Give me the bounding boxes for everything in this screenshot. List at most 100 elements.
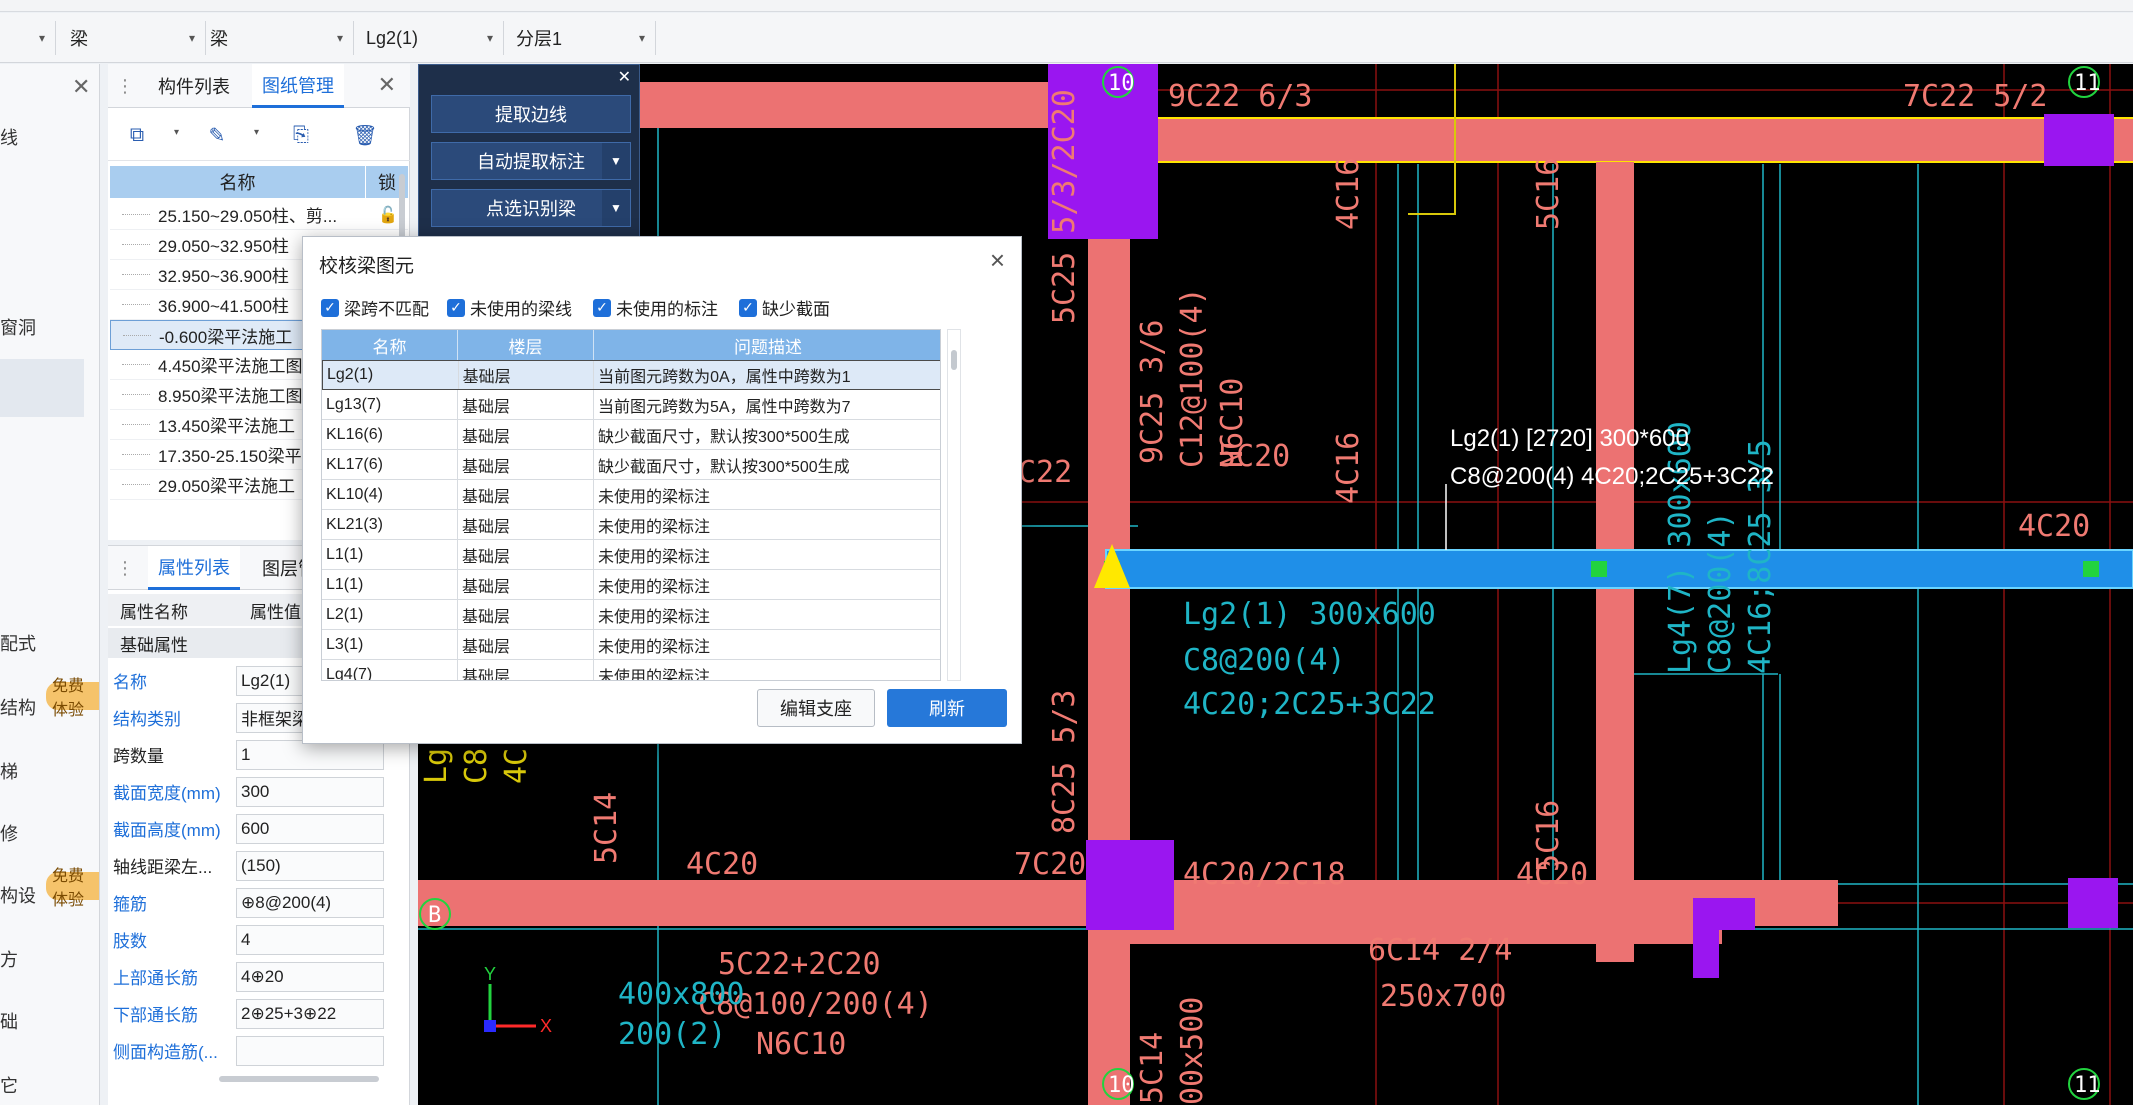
drag-handle-icon[interactable]: ⋮ bbox=[116, 558, 134, 580]
chevron-down-icon[interactable]: ▼ bbox=[602, 190, 630, 226]
drawing-row[interactable]: 25.150~29.050柱、剪... 🔓 bbox=[110, 200, 408, 230]
issue-table-scrollbar[interactable] bbox=[947, 329, 961, 681]
property-row[interactable]: 轴线距梁左... (150) bbox=[108, 847, 410, 884]
annotation: 4C16 bbox=[1331, 432, 1366, 504]
scrollbar-thumb[interactable] bbox=[951, 350, 957, 370]
property-row[interactable]: 肢数 4 bbox=[108, 921, 410, 958]
tab-drawing-management[interactable]: 图纸管理 bbox=[252, 64, 344, 108]
chevron-down-icon[interactable]: ▾ bbox=[254, 127, 259, 138]
property-row[interactable]: 下部通长筋 2⊕25+3⊕22 bbox=[108, 995, 410, 1032]
tab-property-list[interactable]: 属性列表 bbox=[148, 546, 240, 590]
copy-drawing-icon[interactable]: ⎘ bbox=[284, 119, 318, 151]
close-icon[interactable]: ✕ bbox=[72, 74, 90, 100]
extract-edge-button[interactable]: 提取边线 bbox=[431, 95, 631, 133]
property-value[interactable]: 2⊕25+3⊕22 bbox=[236, 998, 384, 1029]
module-nav-item[interactable]: 配式 bbox=[0, 630, 36, 656]
annotation: 5C14 bbox=[589, 792, 624, 864]
property-value[interactable]: 1 bbox=[236, 739, 384, 770]
tab-component-list[interactable]: 构件列表 bbox=[148, 64, 240, 108]
table-row[interactable]: KL16(6) 基础层 缺少截面尺寸，默认按300*500生成 bbox=[322, 420, 940, 450]
layer-selector[interactable]: 分层1 ▾ bbox=[506, 21, 656, 55]
checkbox-span-mismatch[interactable]: ✓ 梁跨不匹配 bbox=[321, 295, 429, 320]
table-row-selected[interactable]: Lg2(1) 基础层 当前图元跨数为0A，属性中跨数为1 bbox=[322, 360, 940, 390]
module-nav-item[interactable]: 梯 bbox=[0, 758, 18, 784]
checkbox-checked-icon[interactable]: ✓ bbox=[739, 298, 757, 317]
annotation: 7C20 bbox=[1014, 847, 1086, 882]
table-row[interactable]: L1(1) 基础层 未使用的梁标注 bbox=[322, 570, 940, 600]
property-value[interactable] bbox=[236, 1035, 384, 1066]
annotation: 4C20/2C18 bbox=[1183, 857, 1346, 892]
cell-floor: 基础层 bbox=[458, 570, 594, 599]
property-row[interactable]: 侧面构造筋(... bbox=[108, 1032, 410, 1069]
close-icon[interactable]: × bbox=[990, 245, 1005, 276]
property-row[interactable]: 截面高度(mm) 600 bbox=[108, 810, 410, 847]
module-nav-item[interactable]: 础 bbox=[0, 1008, 18, 1034]
table-row[interactable]: KL21(3) 基础层 未使用的梁标注 bbox=[322, 510, 940, 540]
table-row[interactable]: Lg4(7) 基础层 未使用的梁标注 bbox=[322, 660, 940, 680]
chevron-down-icon[interactable]: ▾ bbox=[174, 127, 179, 138]
cell-name: KL21(3) bbox=[322, 510, 458, 539]
checkbox-unused-annotation[interactable]: ✓ 未使用的标注 bbox=[593, 295, 718, 320]
module-nav-item[interactable]: 构设 bbox=[0, 882, 36, 908]
extract-edge-label: 提取边线 bbox=[495, 105, 567, 125]
property-row[interactable]: 箍筋 ⊕8@200(4) bbox=[108, 884, 410, 921]
property-value[interactable]: ⊕8@200(4) bbox=[236, 887, 384, 918]
checkbox-missing-section[interactable]: ✓ 缺少截面 bbox=[739, 295, 830, 320]
module-nav-item[interactable]: 它 bbox=[0, 1072, 18, 1098]
trial-badge[interactable]: 免费体验 bbox=[46, 868, 99, 909]
property-value[interactable]: 300 bbox=[236, 776, 384, 807]
property-value[interactable]: (150) bbox=[236, 850, 384, 881]
beam-recognition-palette: ✕ 提取边线 自动提取标注 ▼ 点选识别梁 ▼ bbox=[418, 64, 640, 240]
selected-beam-lg2[interactable] bbox=[1105, 549, 2133, 589]
close-icon[interactable]: ✕ bbox=[618, 67, 631, 87]
property-value[interactable]: 4 bbox=[236, 924, 384, 955]
property-value[interactable]: 600 bbox=[236, 813, 384, 844]
lock-icon[interactable]: 🔓 bbox=[378, 205, 398, 225]
checkbox-checked-icon[interactable]: ✓ bbox=[447, 298, 465, 317]
table-row[interactable]: L3(1) 基础层 未使用的梁标注 bbox=[322, 630, 940, 660]
checkbox-checked-icon[interactable]: ✓ bbox=[593, 298, 611, 317]
table-row[interactable]: L1(1) 基础层 未使用的梁标注 bbox=[322, 540, 940, 570]
edit-support-button[interactable]: 编辑支座 bbox=[757, 689, 875, 727]
annotation: 250x700 bbox=[1380, 979, 1506, 1014]
module-nav-item[interactable]: 窗洞 bbox=[0, 314, 36, 340]
cell-floor: 基础层 bbox=[458, 540, 594, 569]
drag-handle-icon[interactable]: ⋮ bbox=[116, 76, 134, 98]
module-nav-item[interactable]: 线 bbox=[0, 124, 18, 150]
property-row[interactable]: 上部通长筋 4⊕20 bbox=[108, 958, 410, 995]
cell-floor: 基础层 bbox=[458, 510, 594, 539]
category-selector[interactable]: 梁 ▾ bbox=[60, 21, 206, 55]
edit-drawing-icon[interactable]: ✎ bbox=[200, 119, 234, 151]
auto-extract-annotation-button[interactable]: 自动提取标注 ▼ bbox=[431, 142, 631, 180]
chevron-down-icon[interactable]: ▼ bbox=[602, 143, 630, 179]
pick-recognize-beam-button[interactable]: 点选识别梁 ▼ bbox=[431, 189, 631, 227]
module-nav-item[interactable]: 方 bbox=[0, 946, 18, 972]
checkbox-checked-icon[interactable]: ✓ bbox=[321, 298, 339, 317]
component-selector[interactable]: Lg2(1) ▾ bbox=[356, 21, 504, 55]
table-row[interactable]: KL17(6) 基础层 缺少截面尺寸，默认按300*500生成 bbox=[322, 450, 940, 480]
table-row[interactable]: Lg13(7) 基础层 当前图元跨数为5A，属性中跨数为7 bbox=[322, 390, 940, 420]
drawing-toolbar: ⧉ ▾ ✎ ▾ ⎘ 🗑 bbox=[108, 109, 410, 161]
drawing-row-label: 29.050~32.950柱 bbox=[158, 237, 289, 256]
top-menu-strip bbox=[0, 0, 2133, 12]
add-drawing-icon[interactable]: ⧉ bbox=[120, 119, 154, 151]
refresh-button[interactable]: 刷新 bbox=[887, 689, 1007, 727]
annotation: 4C20 bbox=[686, 847, 758, 882]
checkbox-label: 未使用的梁线 bbox=[470, 300, 572, 319]
trial-badge[interactable]: 免费体验 bbox=[46, 678, 99, 719]
delete-icon[interactable]: 🗑 bbox=[348, 119, 382, 151]
module-nav-item[interactable]: 结构 bbox=[0, 694, 36, 720]
module-nav-item[interactable]: 修 bbox=[0, 820, 18, 846]
property-row[interactable]: 截面宽度(mm) 300 bbox=[108, 773, 410, 810]
property-h-scrollbar[interactable] bbox=[219, 1076, 379, 1082]
column-name: 名称 bbox=[322, 330, 458, 360]
type-selector[interactable]: 梁 ▾ bbox=[200, 21, 354, 55]
annotation: C8@200(4) bbox=[1703, 511, 1738, 674]
property-value[interactable]: 4⊕20 bbox=[236, 961, 384, 992]
table-row[interactable]: KL10(4) 基础层 未使用的梁标注 bbox=[322, 480, 940, 510]
close-icon[interactable]: ✕ bbox=[378, 72, 396, 98]
checkbox-unused-beam-line[interactable]: ✓ 未使用的梁线 bbox=[447, 295, 572, 320]
table-row[interactable]: L2(1) 基础层 未使用的梁标注 bbox=[322, 600, 940, 630]
floor-selector[interactable]: ▾ bbox=[0, 21, 56, 55]
property-name: 下部通长筋 bbox=[113, 1006, 198, 1025]
